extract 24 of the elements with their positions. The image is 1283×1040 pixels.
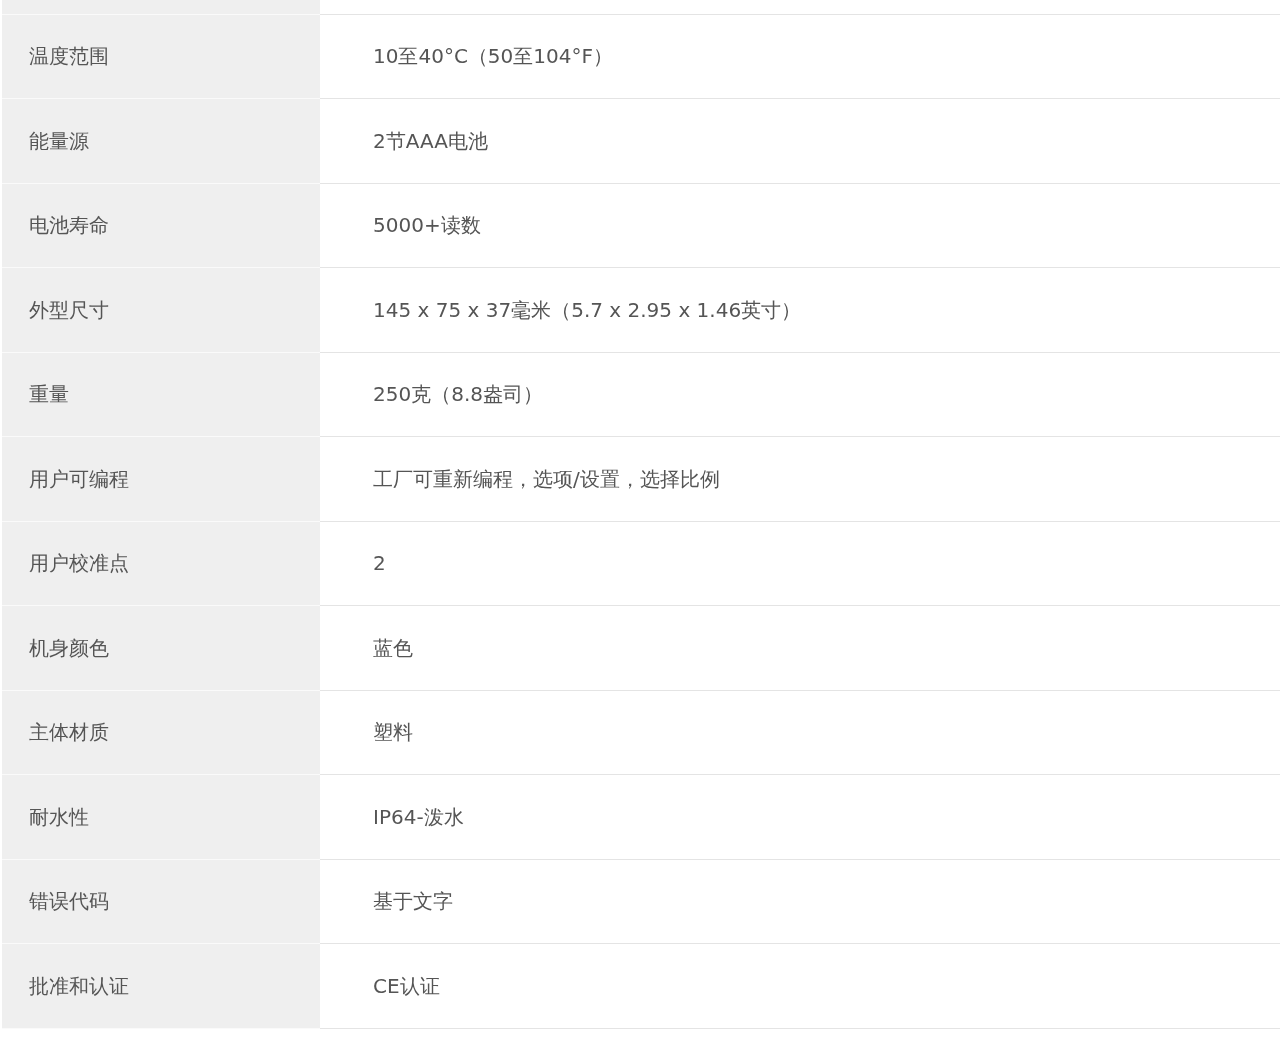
spec-value: 250克（8.8盎司） [373,382,543,407]
spec-value: CE认证 [373,973,440,998]
spec-label: 温度范围 [29,44,109,69]
spec-value: 基于文字 [373,889,453,914]
spec-label: 用户可编程 [29,466,129,491]
spec-label: 电池寿命 [29,213,109,238]
spec-label: 批准和认证 [29,973,129,998]
spec-value: 塑料 [373,720,413,745]
spec-label: 耐水性 [29,804,89,829]
spec-value: 145 x 75 x 37毫米（5.7 x 2.95 x 1.46英寸） [373,297,802,322]
spec-label: 外型尺寸 [29,297,109,322]
spec-label: 机身颜色 [29,635,109,660]
spec-label: 主体材质 [29,720,109,745]
spec-value: 2节AAA电池 [373,128,488,153]
spec-value: IP64-泼水 [373,804,464,829]
spec-label: 错误代码 [29,889,109,914]
spec-label: 能量源 [29,128,89,153]
spec-value: 工厂可重新编程，选项/设置，选择比例 [373,466,720,491]
spec-value: 2 [373,551,386,576]
spec-value: 蓝色 [373,635,413,660]
spec-label: 重量 [29,382,69,407]
spec-label: 用户校准点 [29,551,129,576]
spec-value: 10至40°C（50至104°F） [373,44,613,69]
spec-value: 5000+读数 [373,213,481,238]
